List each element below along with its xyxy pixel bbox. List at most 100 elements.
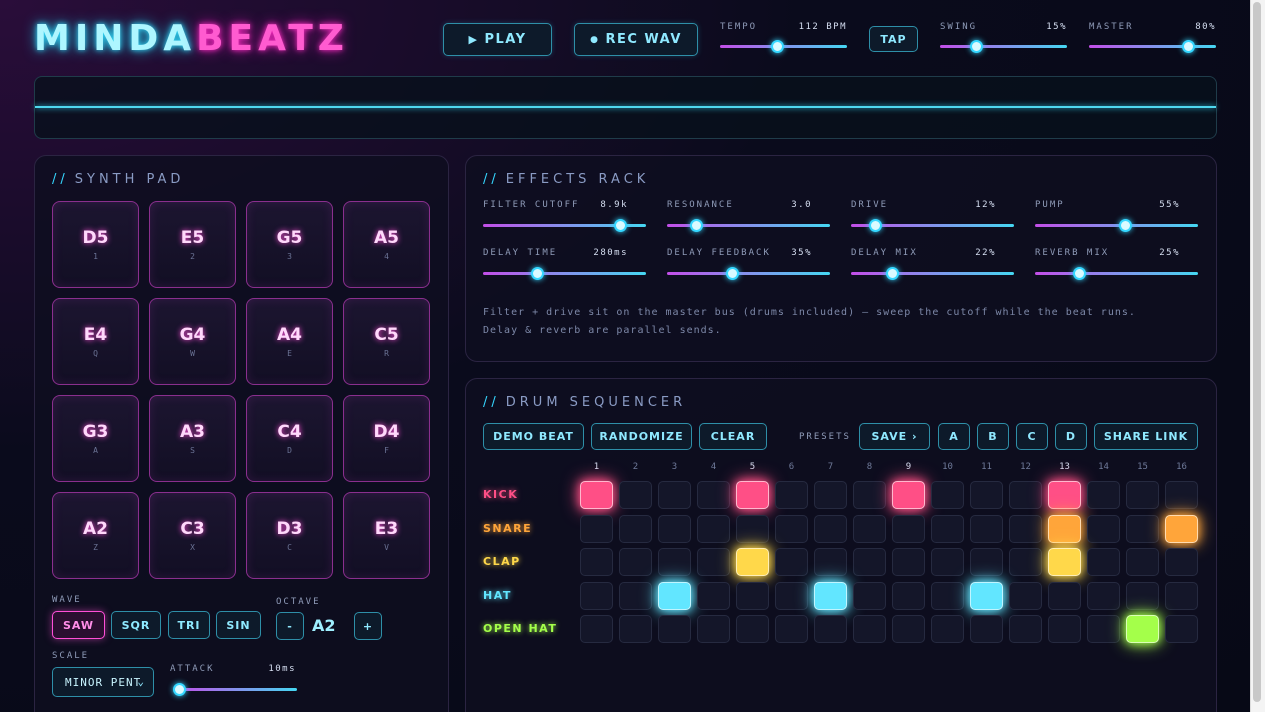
octave-down-button[interactable]: - xyxy=(276,612,304,640)
open-hat-step-cell[interactable] xyxy=(853,615,886,643)
snare-step-cell[interactable] xyxy=(658,514,691,543)
synth-pad-d3[interactable]: D3 C xyxy=(246,492,333,579)
synth-pad-a3[interactable]: A3 S xyxy=(149,395,236,482)
share-link-button[interactable]: SHARE LINK xyxy=(1094,423,1198,450)
hat-step-cell[interactable] xyxy=(775,581,808,610)
open-hat-step-cell[interactable] xyxy=(658,615,691,643)
kick-step-cell[interactable] xyxy=(931,481,964,509)
open-hat-step-cell[interactable] xyxy=(1009,615,1042,643)
kick-step-cell[interactable] xyxy=(1048,481,1081,509)
clap-step-cell[interactable] xyxy=(1126,548,1159,576)
open-hat-step-cell[interactable] xyxy=(814,615,847,643)
snare-step-cell[interactable] xyxy=(580,514,613,543)
synth-pad-d5[interactable]: D5 1 xyxy=(52,201,139,288)
hat-step-cell[interactable] xyxy=(697,581,730,610)
master-slider[interactable] xyxy=(1089,40,1216,53)
clap-step-cell[interactable] xyxy=(580,548,613,576)
hat-step-cell[interactable] xyxy=(1009,581,1042,610)
pump-slider-knob[interactable] xyxy=(1118,219,1132,232)
open-hat-step-cell[interactable] xyxy=(1087,615,1120,643)
open-hat-step-cell[interactable] xyxy=(1126,615,1159,643)
snare-step-cell[interactable] xyxy=(1165,514,1198,543)
clap-step-cell[interactable] xyxy=(931,548,964,576)
delay-time-slider-knob[interactable] xyxy=(530,267,544,280)
swing-slider[interactable] xyxy=(940,40,1067,53)
snare-step-cell[interactable] xyxy=(736,514,769,543)
wave-tri-button[interactable]: TRI xyxy=(168,611,210,639)
synth-pad-a4[interactable]: A4 E xyxy=(246,298,333,385)
snare-step-cell[interactable] xyxy=(1087,514,1120,543)
hat-step-cell[interactable] xyxy=(1165,581,1198,610)
kick-step-cell[interactable] xyxy=(736,481,769,509)
synth-pad-e3[interactable]: E3 V xyxy=(343,492,430,579)
synth-pad-e4[interactable]: E4 Q xyxy=(52,298,139,385)
clap-step-cell[interactable] xyxy=(814,548,847,576)
open-hat-step-cell[interactable] xyxy=(775,615,808,643)
wave-sqr-button[interactable]: SQR xyxy=(111,611,161,639)
reverb-mix-slider-knob[interactable] xyxy=(1073,267,1086,280)
clap-step-cell[interactable] xyxy=(1048,548,1081,576)
kick-step-cell[interactable] xyxy=(853,481,886,509)
snare-step-cell[interactable] xyxy=(853,514,886,543)
clap-step-cell[interactable] xyxy=(970,548,1003,576)
scale-select[interactable]: MINOR PENT ⌄ xyxy=(52,667,154,697)
hat-step-cell[interactable] xyxy=(931,581,964,610)
octave-up-button[interactable]: + xyxy=(354,612,382,640)
filter-cutoff-slider-knob[interactable] xyxy=(613,219,627,232)
open-hat-step-cell[interactable] xyxy=(892,615,925,643)
clap-step-cell[interactable] xyxy=(1009,548,1042,576)
kick-step-cell[interactable] xyxy=(580,481,613,509)
clap-step-cell[interactable] xyxy=(658,548,691,576)
tempo-slider[interactable] xyxy=(720,40,847,53)
open-hat-step-cell[interactable] xyxy=(697,615,730,643)
snare-step-cell[interactable] xyxy=(814,514,847,543)
synth-pad-c3[interactable]: C3 X xyxy=(149,492,236,579)
snare-step-cell[interactable] xyxy=(1009,514,1042,543)
delay-feedback-slider[interactable] xyxy=(667,267,830,280)
delay-time-slider[interactable] xyxy=(483,267,646,280)
record-wav-button[interactable]: ● REC WAV xyxy=(574,23,698,56)
filter-cutoff-slider[interactable] xyxy=(483,219,646,232)
open-hat-step-cell[interactable] xyxy=(736,615,769,643)
pump-slider[interactable] xyxy=(1035,219,1198,232)
snare-step-cell[interactable] xyxy=(619,514,652,543)
open-hat-step-cell[interactable] xyxy=(619,615,652,643)
hat-step-cell[interactable] xyxy=(892,581,925,610)
snare-step-cell[interactable] xyxy=(1126,514,1159,543)
synth-pad-c4[interactable]: C4 D xyxy=(246,395,333,482)
synth-pad-g4[interactable]: G4 W xyxy=(149,298,236,385)
synth-pad-a5[interactable]: A5 4 xyxy=(343,201,430,288)
clap-step-cell[interactable] xyxy=(775,548,808,576)
synth-pad-g3[interactable]: G3 A xyxy=(52,395,139,482)
kick-step-cell[interactable] xyxy=(1009,481,1042,509)
synth-pad-d4[interactable]: D4 F xyxy=(343,395,430,482)
kick-step-cell[interactable] xyxy=(658,481,691,509)
snare-step-cell[interactable] xyxy=(775,514,808,543)
clear-button[interactable]: CLEAR xyxy=(699,423,767,450)
clap-step-cell[interactable] xyxy=(853,548,886,576)
hat-step-cell[interactable] xyxy=(1048,581,1081,610)
kick-step-cell[interactable] xyxy=(814,481,847,509)
wave-saw-button[interactable]: SAW xyxy=(52,611,105,639)
play-button[interactable]: ▶ PLAY xyxy=(443,23,552,56)
hat-step-cell[interactable] xyxy=(814,581,847,610)
hat-step-cell[interactable] xyxy=(658,581,691,610)
open-hat-step-cell[interactable] xyxy=(970,615,1003,643)
snare-step-cell[interactable] xyxy=(970,514,1003,543)
hat-step-cell[interactable] xyxy=(970,581,1003,610)
hat-step-cell[interactable] xyxy=(1126,581,1159,610)
hat-step-cell[interactable] xyxy=(619,581,652,610)
synth-pad-a2[interactable]: A2 Z xyxy=(52,492,139,579)
kick-step-cell[interactable] xyxy=(970,481,1003,509)
open-hat-step-cell[interactable] xyxy=(580,615,613,643)
clap-step-cell[interactable] xyxy=(1087,548,1120,576)
open-hat-step-cell[interactable] xyxy=(1165,615,1198,643)
synth-pad-g5[interactable]: G5 3 xyxy=(246,201,333,288)
master-slider-knob[interactable] xyxy=(1182,40,1196,53)
snare-step-cell[interactable] xyxy=(892,514,925,543)
tempo-slider-knob[interactable] xyxy=(771,40,785,53)
preset-a-button[interactable]: A xyxy=(938,423,970,450)
synth-pad-e5[interactable]: E5 2 xyxy=(149,201,236,288)
drive-slider[interactable] xyxy=(851,219,1014,232)
swing-slider-knob[interactable] xyxy=(969,40,983,53)
